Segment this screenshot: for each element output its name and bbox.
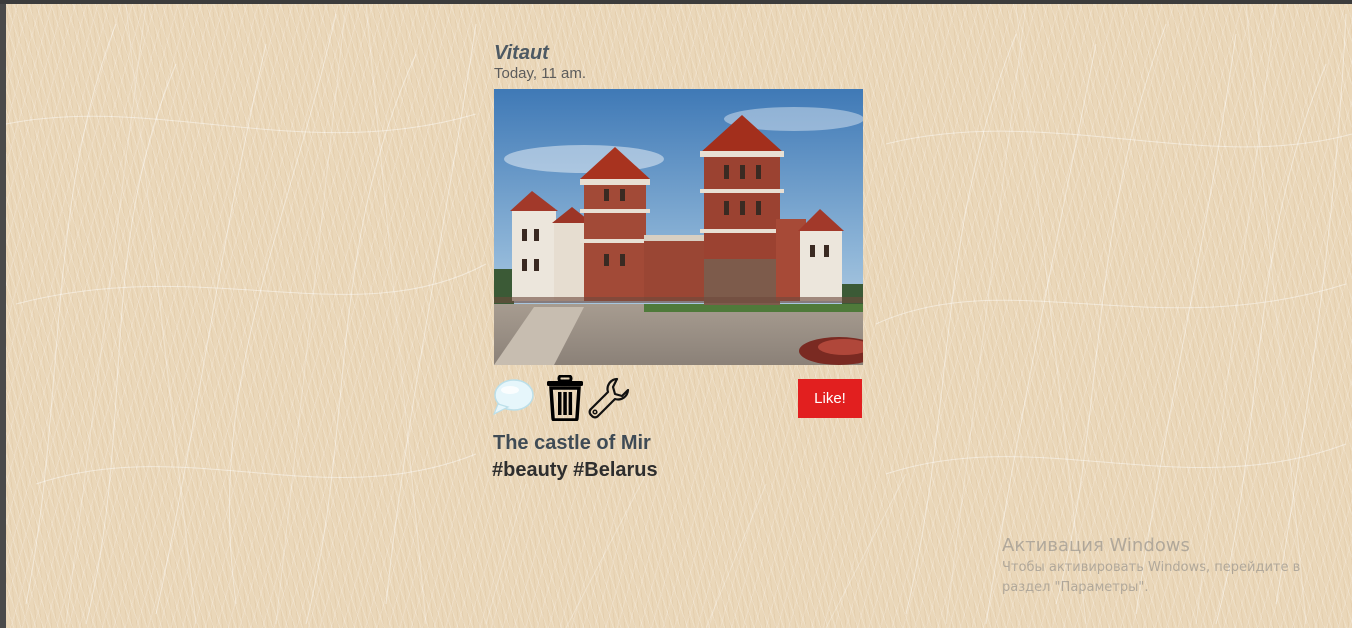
watermark-text: Чтобы активировать Windows, перейдите в …: [1002, 560, 1301, 595]
like-button[interactable]: Like!: [798, 379, 862, 418]
post-title: The castle of Mir: [493, 432, 651, 454]
post-timestamp: Today, 11 am.: [494, 65, 586, 82]
wrench-icon[interactable]: [587, 376, 631, 420]
post-author[interactable]: Vitaut: [494, 42, 549, 64]
windows-activation-watermark: Активация Windows Чтобы активировать Win…: [1002, 534, 1342, 598]
post-hashtags[interactable]: #beauty #Belarus: [492, 458, 658, 482]
watermark-title: Активация Windows: [1002, 535, 1190, 556]
page-viewport: Vitaut Today, 11 am. Like! The castle of…: [6, 4, 1352, 628]
post-photo: [494, 89, 863, 365]
comment-icon[interactable]: [492, 378, 534, 416]
trash-icon[interactable]: [545, 375, 585, 421]
